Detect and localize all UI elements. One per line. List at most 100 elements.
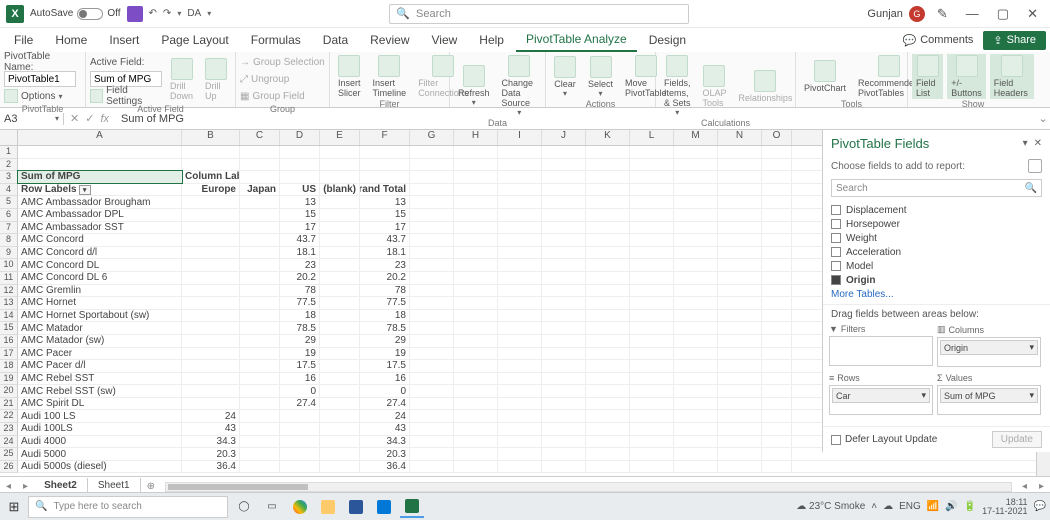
cell-C4[interactable]: Japan — [240, 184, 280, 196]
cell-H23[interactable] — [454, 423, 498, 435]
cell-J10[interactable] — [542, 259, 586, 271]
cell-L22[interactable] — [630, 410, 674, 422]
cell-C7[interactable] — [240, 222, 280, 234]
cell-E14[interactable] — [320, 310, 360, 322]
cell-E19[interactable] — [320, 373, 360, 385]
add-sheet-button[interactable]: ⊕ — [141, 481, 161, 492]
cell-E12[interactable] — [320, 285, 360, 297]
cell-B2[interactable] — [182, 159, 240, 171]
cell-J16[interactable] — [542, 335, 586, 347]
cell-N14[interactable] — [718, 310, 762, 322]
cell-L8[interactable] — [630, 234, 674, 246]
cell-E3[interactable] — [320, 171, 360, 183]
row-header-10[interactable]: 10 — [0, 259, 18, 272]
cell-B12[interactable] — [182, 285, 240, 297]
cell-G4[interactable] — [410, 184, 454, 196]
cell-D1[interactable] — [280, 146, 320, 158]
cell-L14[interactable] — [630, 310, 674, 322]
cell-K17[interactable] — [586, 348, 630, 360]
cell-H11[interactable] — [454, 272, 498, 284]
cell-A23[interactable]: Audi 100LS — [18, 423, 182, 435]
cell-G7[interactable] — [410, 222, 454, 234]
col-header-M[interactable]: M — [674, 130, 718, 145]
cell-C26[interactable] — [240, 461, 280, 473]
cancel-fx-icon[interactable]: ✕ — [70, 112, 79, 125]
col-header-L[interactable]: L — [630, 130, 674, 145]
row-header-22[interactable]: 22 — [0, 410, 18, 423]
cell-F18[interactable]: 17.5 — [360, 360, 410, 372]
cell-D15[interactable]: 78.5 — [280, 322, 320, 334]
fields-items-button[interactable]: Fields, Items, & Sets — [664, 78, 691, 108]
notifications-icon[interactable]: 💬 — [1034, 501, 1046, 512]
cell-A24[interactable]: Audi 4000 — [18, 436, 182, 448]
cell-M16[interactable] — [674, 335, 718, 347]
cell-C18[interactable] — [240, 360, 280, 372]
cell-F14[interactable]: 18 — [360, 310, 410, 322]
row-header-16[interactable]: 16 — [0, 335, 18, 348]
cell-H14[interactable] — [454, 310, 498, 322]
cell-G25[interactable] — [410, 448, 454, 460]
cell-H8[interactable] — [454, 234, 498, 246]
values-chip[interactable]: Sum of MPG▾ — [940, 388, 1038, 403]
cell-D16[interactable]: 29 — [280, 335, 320, 347]
cell-B9[interactable] — [182, 247, 240, 259]
cell-I26[interactable] — [498, 461, 542, 473]
cell-A13[interactable]: AMC Hornet — [18, 297, 182, 309]
language-indicator[interactable]: ENG — [899, 501, 921, 512]
cell-A11[interactable]: AMC Concord DL 6 — [18, 272, 182, 284]
cell-E4[interactable]: (blank) — [320, 184, 360, 196]
col-header-K[interactable]: K — [586, 130, 630, 145]
cell-H25[interactable] — [454, 448, 498, 460]
cell-G24[interactable] — [410, 436, 454, 448]
cell-G2[interactable] — [410, 159, 454, 171]
clear-button[interactable]: Clear — [554, 79, 576, 89]
cell-E23[interactable] — [320, 423, 360, 435]
cell-G13[interactable] — [410, 297, 454, 309]
field-origin[interactable]: Origin — [831, 273, 1042, 287]
cell-O6[interactable] — [762, 209, 792, 221]
col-header-A[interactable]: A — [18, 130, 182, 145]
cell-B7[interactable] — [182, 222, 240, 234]
cell-L21[interactable] — [630, 398, 674, 410]
cell-O20[interactable] — [762, 385, 792, 397]
cell-M22[interactable] — [674, 410, 718, 422]
cell-B21[interactable] — [182, 398, 240, 410]
cell-O21[interactable] — [762, 398, 792, 410]
cell-G15[interactable] — [410, 322, 454, 334]
onedrive-icon[interactable]: ☁ — [883, 501, 893, 512]
col-header-O[interactable]: O — [762, 130, 792, 145]
cell-K26[interactable] — [586, 461, 630, 473]
cell-O9[interactable] — [762, 247, 792, 259]
comments-button[interactable]: 💬 Comments — [895, 31, 982, 50]
cell-D22[interactable] — [280, 410, 320, 422]
row-header-11[interactable]: 11 — [0, 272, 18, 285]
row-header-15[interactable]: 15 — [0, 322, 18, 335]
redo-icon[interactable]: ↷ — [163, 8, 171, 19]
pivotchart-button[interactable]: PivotChart — [804, 83, 846, 93]
cell-L15[interactable] — [630, 322, 674, 334]
share-button[interactable]: ⇪ Share — [983, 31, 1046, 50]
cell-E24[interactable] — [320, 436, 360, 448]
word-icon[interactable] — [344, 496, 368, 518]
cell-J12[interactable] — [542, 285, 586, 297]
menu-help[interactable]: Help — [469, 29, 514, 51]
menu-page-layout[interactable]: Page Layout — [151, 29, 238, 51]
cell-A8[interactable]: AMC Concord — [18, 234, 182, 246]
row-header-20[interactable]: 20 — [0, 385, 18, 398]
tray-chevron-icon[interactable]: ˄ — [871, 501, 877, 512]
checkbox-icon[interactable] — [831, 219, 841, 229]
cell-E5[interactable] — [320, 196, 360, 208]
cell-B23[interactable]: 43 — [182, 423, 240, 435]
cell-D11[interactable]: 20.2 — [280, 272, 320, 284]
cell-D4[interactable]: US — [280, 184, 320, 196]
cell-K22[interactable] — [586, 410, 630, 422]
cell-M2[interactable] — [674, 159, 718, 171]
cell-N4[interactable] — [718, 184, 762, 196]
menu-view[interactable]: View — [422, 29, 468, 51]
options-button[interactable]: Options — [21, 91, 55, 102]
cell-K23[interactable] — [586, 423, 630, 435]
formula-input[interactable]: Sum of MPG — [115, 113, 1036, 125]
cell-G8[interactable] — [410, 234, 454, 246]
cell-G5[interactable] — [410, 196, 454, 208]
cell-A14[interactable]: AMC Hornet Sportabout (sw) — [18, 310, 182, 322]
